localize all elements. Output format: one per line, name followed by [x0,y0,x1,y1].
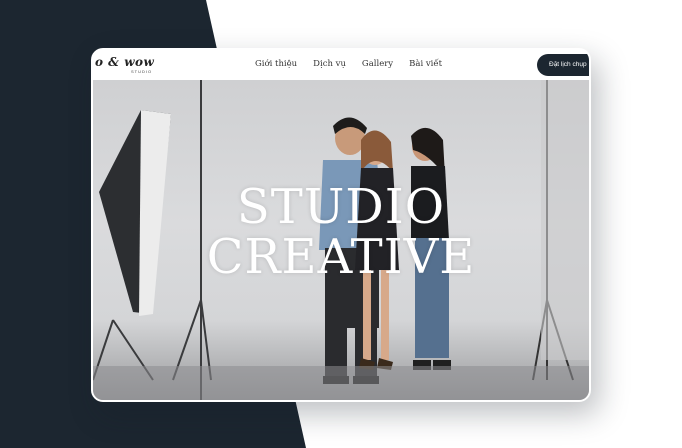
hero-banner: STUDIO CREATIVE [93,80,589,400]
nav-link-gioi-thieu[interactable]: Giới thiệu [255,59,297,69]
floor-shadow [93,366,589,400]
book-appointment-button[interactable]: Đặt lịch chụp [537,54,589,76]
hero-title: STUDIO CREATIVE [93,182,589,282]
website-preview-frame: o & wow STUDIO Giới thiệu Dịch vụ Galler… [91,48,591,402]
nav-link-bai-viet[interactable]: Bài viết [409,59,442,69]
hero-title-line-2: CREATIVE [206,229,476,285]
nav-links: Giới thiệu Dịch vụ Gallery Bài viết [255,59,458,69]
nav-link-dich-vu[interactable]: Dịch vụ [313,59,346,69]
logo-subtitle: STUDIO [131,69,153,74]
top-navigation-bar: o & wow STUDIO Giới thiệu Dịch vụ Galler… [93,50,589,80]
hero-title-line-1: STUDIO [236,179,446,235]
logo-text: o & wow [95,55,155,69]
studio-logo[interactable]: o & wow STUDIO [95,55,155,75]
nav-link-gallery[interactable]: Gallery [362,59,393,69]
